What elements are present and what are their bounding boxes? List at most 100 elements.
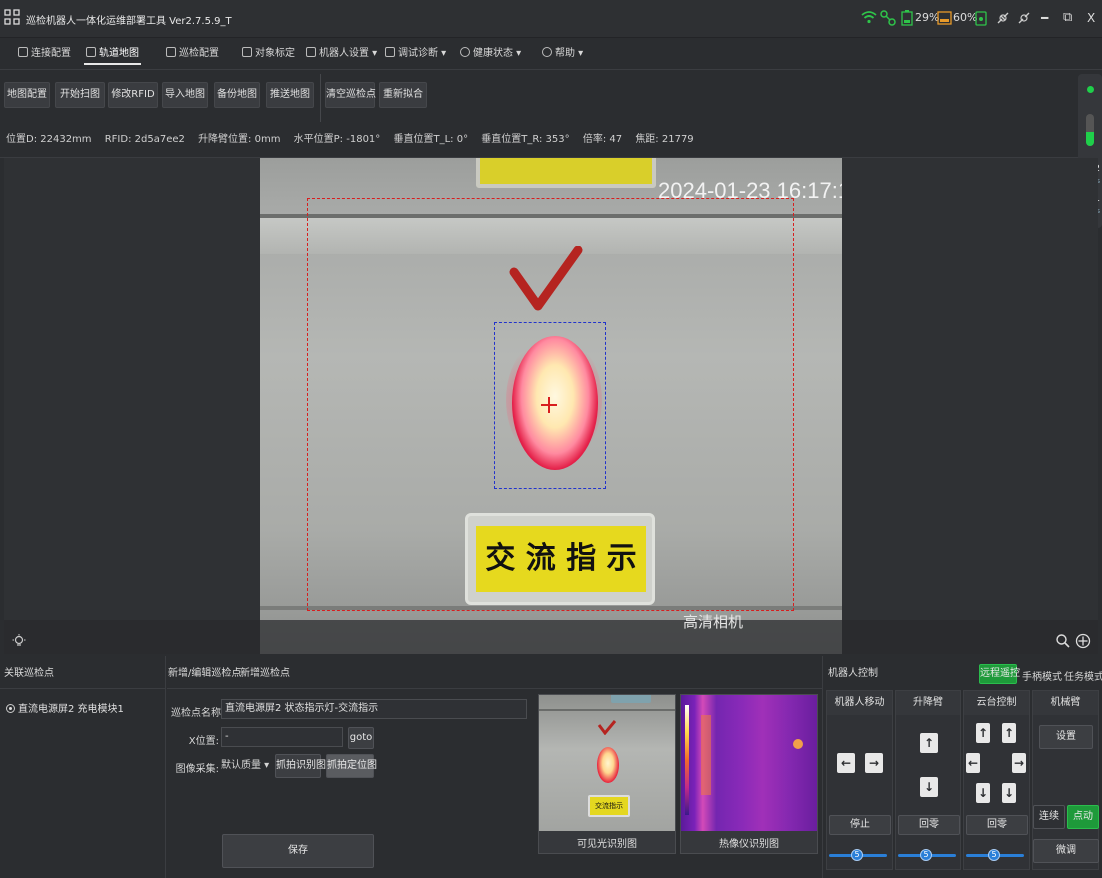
ptz-down-right-arrow-icon[interactable]: ↓ bbox=[1002, 783, 1016, 803]
quality-select[interactable]: 默认质量 ▾ bbox=[221, 756, 271, 776]
info-focus: 焦距: 21779 bbox=[635, 134, 694, 145]
lift-speed-knob[interactable]: 5 bbox=[920, 849, 932, 861]
thumb-sign-text: 交流指示 bbox=[590, 797, 628, 815]
goto-button[interactable]: goto bbox=[348, 727, 374, 749]
ptz-control-title: 云台控制 bbox=[964, 691, 1029, 715]
capture-label: 图像采集: bbox=[175, 764, 219, 775]
title-bar: 巡检机器人一体化运维部署工具 Ver2.7.5.9_T 29% 60% ━ ⧉ … bbox=[0, 0, 1102, 38]
plug2-icon[interactable] bbox=[1016, 10, 1032, 26]
robot-settings-icon bbox=[306, 47, 316, 57]
refit-button[interactable]: 重新拟合 bbox=[379, 82, 427, 108]
thermal-thumbnail-frame: 热像仪识别图 bbox=[680, 694, 818, 854]
arm-setting-button[interactable]: 设置 bbox=[1039, 725, 1093, 749]
related-points-panel: 关联巡检点 直流电源屏2 充电模块1 bbox=[0, 656, 166, 878]
tab-new-point[interactable]: 新增巡检点 bbox=[240, 658, 290, 690]
x-position-input[interactable]: - bbox=[221, 727, 343, 747]
battery2-percent: 60% bbox=[953, 11, 978, 24]
modify-rfid-button[interactable]: 修改RFID bbox=[108, 82, 158, 108]
object-calibration-icon bbox=[242, 47, 252, 57]
menu-connection-config[interactable]: 连接配置 bbox=[16, 45, 73, 65]
push-map-button[interactable]: 推送地图 bbox=[266, 82, 314, 108]
point-edit-panel: 新增/编辑巡检点 新增巡检点 巡检点名称: 直流电源屏2 状态指示灯-交流指示 … bbox=[167, 656, 822, 878]
battery2-icon bbox=[937, 10, 953, 26]
power-status-icon bbox=[975, 10, 987, 26]
patrol-config-icon bbox=[166, 47, 176, 57]
camera-frame[interactable]: 交 流 指 示 2024-01-23 16:17:12 bbox=[260, 158, 842, 654]
related-point-item[interactable]: 直流电源屏2 充电模块1 bbox=[6, 700, 124, 715]
menu-health-status[interactable]: 健康状态 ▾ bbox=[458, 45, 523, 65]
ptz-zero-button[interactable]: 回零 bbox=[966, 815, 1028, 835]
light-bulb-icon[interactable] bbox=[12, 634, 26, 648]
menu-robot-settings[interactable]: 机器人设置 ▾ bbox=[304, 45, 379, 65]
toolbar-divider bbox=[320, 74, 321, 122]
battery-icon bbox=[901, 10, 913, 26]
app-title: 巡检机器人一体化运维部署工具 Ver2.7.5.9_T bbox=[26, 16, 232, 27]
ptz-control-group: 云台控制 ↑ ↑ ← → ↓ ↓ 回零 5 bbox=[963, 690, 1030, 870]
import-map-button[interactable]: 导入地图 bbox=[162, 82, 208, 108]
lift-down-arrow-icon[interactable]: ↓ bbox=[920, 777, 938, 797]
help-icon bbox=[542, 47, 552, 57]
health-status-icon bbox=[460, 47, 470, 57]
save-button[interactable]: 保存 bbox=[222, 834, 374, 868]
lift-zero-button[interactable]: 回零 bbox=[898, 815, 960, 835]
minimize-button[interactable]: ━ bbox=[1041, 10, 1048, 26]
info-vertical-tr: 垂直位置T_R: 353° bbox=[481, 134, 570, 145]
ptz-up-right-arrow-icon[interactable]: ↑ bbox=[1002, 723, 1016, 743]
connection-icon bbox=[880, 10, 896, 26]
menu-patrol-config[interactable]: 巡检配置 bbox=[164, 45, 221, 65]
top-yellow-label bbox=[476, 158, 656, 188]
ptz-up-left-arrow-icon[interactable]: ↑ bbox=[976, 723, 990, 743]
backup-map-button[interactable]: 备份地图 bbox=[214, 82, 260, 108]
level-indicator bbox=[1086, 114, 1094, 146]
connection-config-icon bbox=[18, 47, 28, 57]
fine-tune-button[interactable]: 微调 bbox=[1033, 839, 1099, 863]
start-scan-button[interactable]: 开始扫图 bbox=[55, 82, 105, 108]
target-crosshair-icon[interactable] bbox=[1075, 633, 1091, 649]
visible-thumbnail[interactable]: 交流指示 bbox=[539, 695, 675, 831]
camera-label: 高清相机 bbox=[683, 613, 744, 631]
menu-help[interactable]: 帮助 ▾ bbox=[540, 45, 585, 65]
mode-remote-button[interactable]: 远程遥控 bbox=[979, 664, 1020, 684]
move-right-arrow-icon[interactable]: → bbox=[865, 753, 883, 773]
info-position-d: 位置D: 22432mm bbox=[6, 134, 92, 145]
wifi-icon bbox=[861, 10, 877, 26]
ptz-left-arrow-icon[interactable]: ← bbox=[966, 753, 980, 773]
menu-object-calibration[interactable]: 对象标定 bbox=[240, 45, 297, 65]
menu-debug-diagnosis[interactable]: 调试诊断 ▾ bbox=[383, 45, 448, 65]
lift-up-arrow-icon[interactable]: ↑ bbox=[920, 733, 938, 753]
close-button[interactable]: X bbox=[1087, 10, 1095, 26]
zoom-search-icon[interactable] bbox=[1055, 633, 1071, 649]
continuous-button[interactable]: 连续 bbox=[1033, 805, 1065, 829]
plug-icon[interactable] bbox=[995, 10, 1011, 26]
point-move-button[interactable]: 点动 bbox=[1067, 805, 1099, 829]
ptz-down-left-arrow-icon[interactable]: ↓ bbox=[976, 783, 990, 803]
lift-arm-title: 升降臂 bbox=[896, 691, 960, 715]
capture-locate-button[interactable]: 抓拍定位图 bbox=[326, 754, 377, 778]
tab-edit-point[interactable]: 新增/编辑巡检点 bbox=[168, 658, 241, 690]
info-zoom: 倍率: 47 bbox=[582, 134, 623, 145]
mode-gamepad-button[interactable]: 手柄模式 bbox=[1022, 668, 1062, 683]
map-config-button[interactable]: 地图配置 bbox=[4, 82, 50, 108]
point-name-input[interactable]: 直流电源屏2 状态指示灯-交流指示 bbox=[221, 699, 527, 719]
mode-task-button[interactable]: 任务模式 bbox=[1064, 668, 1102, 683]
capture-recog-button[interactable]: 抓拍识别图 bbox=[275, 754, 326, 778]
lift-arm-group: 升降臂 ↑ ↓ 回零 5 bbox=[895, 690, 961, 870]
menu-track-map[interactable]: 轨道地图 bbox=[84, 45, 141, 65]
ptz-speed-knob[interactable]: 5 bbox=[988, 849, 1000, 861]
move-left-arrow-icon[interactable]: ← bbox=[837, 753, 855, 773]
ptz-right-arrow-icon[interactable]: → bbox=[1012, 753, 1026, 773]
mech-arm-group: 机械臂 设置 连续 点动 微调 bbox=[1032, 690, 1099, 870]
thumb-check-icon bbox=[597, 720, 617, 735]
menu-bar: 连接配置 轨道地图 巡检配置 对象标定 机器人设置 ▾ 调试诊断 ▾ 健康状态 … bbox=[0, 38, 1102, 70]
info-rfid: RFID: 2d5a7ee2 bbox=[104, 134, 185, 145]
visible-thumbnail-frame: 交流指示 可见光识别图 bbox=[538, 694, 676, 854]
clear-points-button[interactable]: 清空巡检点 bbox=[325, 82, 376, 108]
stop-button[interactable]: 停止 bbox=[829, 815, 891, 835]
move-speed-knob[interactable]: 5 bbox=[851, 849, 863, 861]
robot-control-title: 机器人控制 bbox=[828, 668, 878, 679]
robot-move-title: 机器人移动 bbox=[827, 691, 892, 715]
position-info-bar: 位置D: 22432mm RFID: 2d5a7ee2 升降臂位置: 0mm 水… bbox=[0, 122, 1078, 158]
x-position-label: X位置: bbox=[188, 736, 219, 747]
restore-button[interactable]: ⧉ bbox=[1063, 10, 1072, 26]
thermal-thumbnail[interactable] bbox=[681, 695, 817, 831]
